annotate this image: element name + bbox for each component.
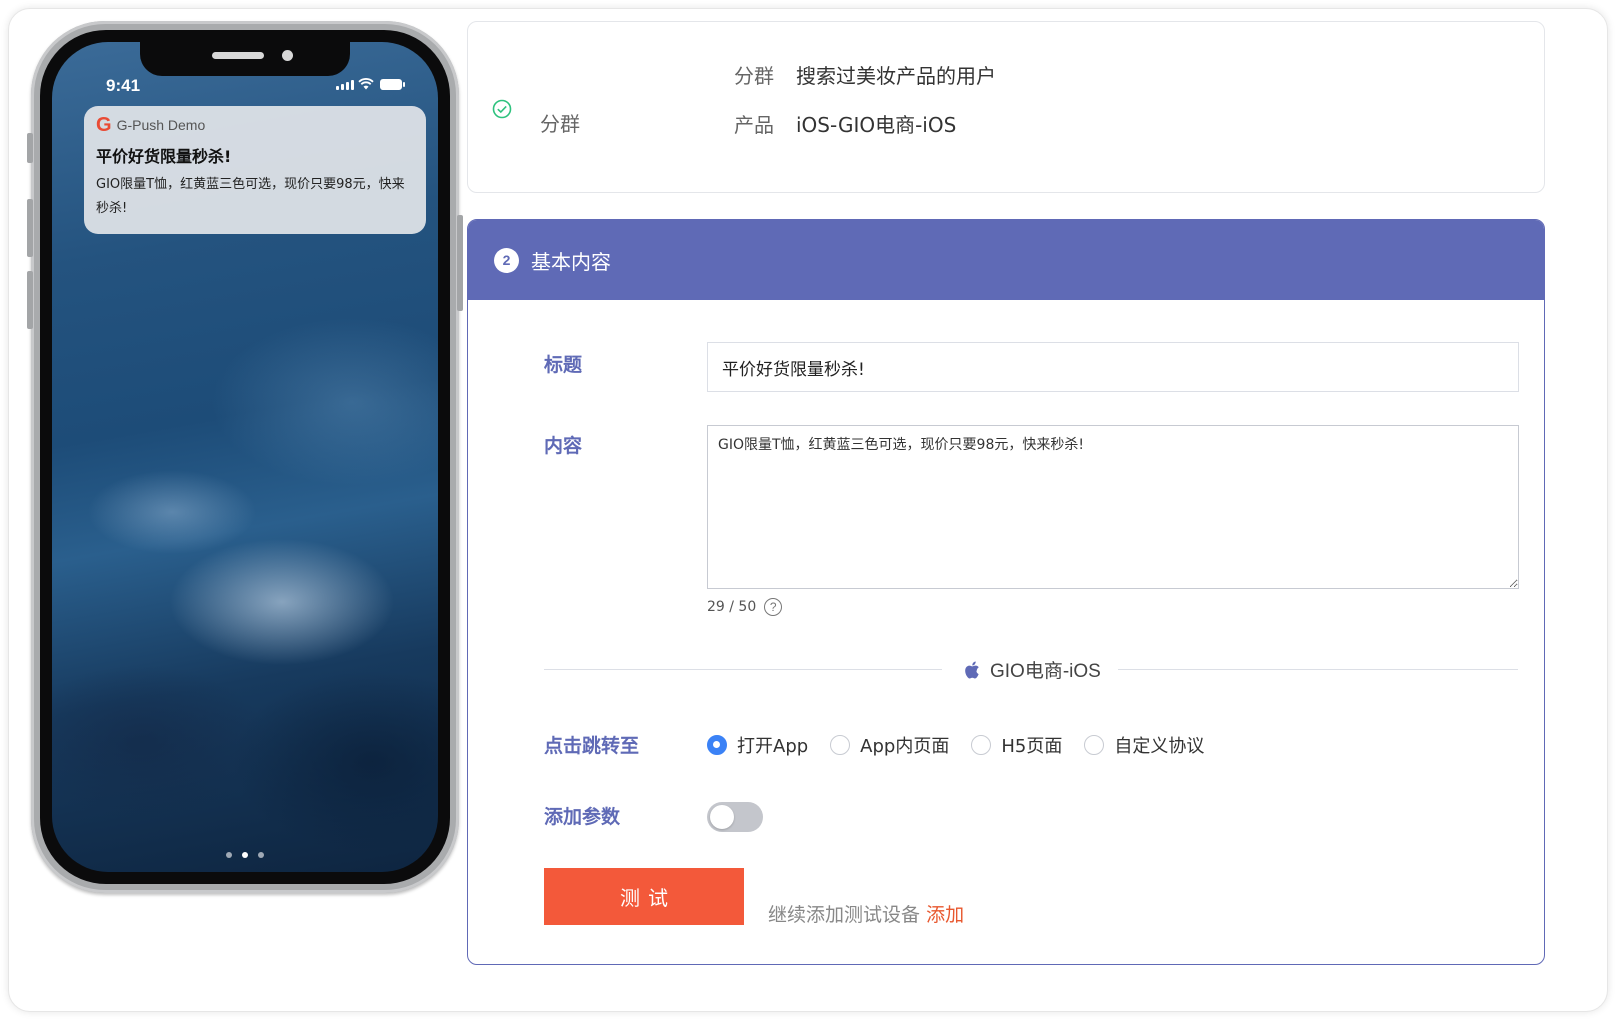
notification-app-name: G-Push Demo xyxy=(116,117,206,133)
radio-label: 打开App xyxy=(737,736,809,757)
toggle-knob xyxy=(710,805,734,829)
summary-key: 分群 xyxy=(734,64,774,88)
params-label: 添加参数 xyxy=(544,806,621,828)
basic-content-card: 2 基本内容 标题 内容 GIO限量T恤，红黄蓝三色可选，现价只要98元，快来秒… xyxy=(467,219,1545,965)
radio-selected-icon[interactable] xyxy=(707,735,727,755)
radio-label: H5页面 xyxy=(1001,736,1063,757)
push-notification[interactable]: G G-Push Demo 平价好货限量秒杀! GIO限量T恤，红黄蓝三色可选，… xyxy=(84,106,426,234)
radio-h5-page[interactable]: H5页面 xyxy=(971,732,1062,758)
speaker-grille xyxy=(212,52,264,59)
radio-unselected-icon[interactable] xyxy=(971,735,992,755)
window-frame: 9:41 G G-Push Demo 平价好货限量秒杀! GIO限量T恤，红黄蓝… xyxy=(8,8,1608,1012)
wifi-icon xyxy=(358,78,374,90)
segment-summary-card: 分群 分群 搜索过美妆产品的用户 产品 iOS-GIO电商-iOS xyxy=(467,21,1545,193)
char-counter: 29 / 50 ? xyxy=(707,598,783,616)
jump-target-radio-group: 打开App App内页面 H5页面 自定义协议 xyxy=(707,732,1226,758)
params-toggle[interactable] xyxy=(707,802,763,832)
radio-unselected-icon[interactable] xyxy=(1084,735,1105,755)
phone-preview: 9:41 G G-Push Demo 平价好货限量秒杀! GIO限量T恤，红黄蓝… xyxy=(27,21,463,893)
phone-mute-switch xyxy=(27,133,33,163)
phone-bezel: 9:41 G G-Push Demo 平价好货限量秒杀! GIO限量T恤，红黄蓝… xyxy=(40,30,450,884)
divider-right xyxy=(1118,669,1518,670)
apple-icon xyxy=(965,661,979,679)
summary-row-product: 产品 iOS-GIO电商-iOS xyxy=(734,109,956,138)
notification-body: GIO限量T恤，红黄蓝三色可选，现价只要98元，快来秒杀! xyxy=(96,177,405,216)
camera-dot-icon xyxy=(258,852,264,858)
add-device-text: 继续添加测试设备 xyxy=(768,904,921,926)
page-dot xyxy=(226,852,232,858)
title-input[interactable] xyxy=(707,342,1519,392)
radio-in-app-page[interactable]: App内页面 xyxy=(830,732,949,758)
notification-app-row: G G-Push Demo xyxy=(96,114,414,136)
g-logo-icon: G xyxy=(96,114,112,136)
summary-key: 产品 xyxy=(734,113,774,137)
divider-left xyxy=(544,669,942,670)
phone-screen: 9:41 G G-Push Demo 平价好货限量秒杀! GIO限量T恤，红黄蓝… xyxy=(52,42,438,872)
battery-icon xyxy=(380,79,405,90)
phone-power-button xyxy=(457,215,463,311)
card-header: 2 基本内容 xyxy=(468,220,1544,300)
phone-volume-up xyxy=(27,199,33,257)
notification-title: 平价好货限量秒杀! xyxy=(96,147,232,166)
add-device-link[interactable]: 添加 xyxy=(926,904,964,926)
status-time: 9:41 xyxy=(106,76,141,95)
radio-unselected-icon[interactable] xyxy=(830,735,851,755)
test-button[interactable]: 测试 xyxy=(544,868,744,925)
card-title: 基本内容 xyxy=(531,249,611,274)
phone-volume-down xyxy=(27,271,33,329)
status-icons xyxy=(336,78,405,90)
check-circle-icon xyxy=(492,99,512,119)
title-label: 标题 xyxy=(544,354,583,376)
radio-label: App内页面 xyxy=(860,736,950,757)
page-dot-active xyxy=(242,852,248,858)
radio-label: 自定义协议 xyxy=(1114,736,1205,757)
phone-notch xyxy=(140,42,350,76)
step-number-badge: 2 xyxy=(494,247,519,273)
summary-value: 搜索过美妆产品的用户 xyxy=(796,64,996,88)
radio-open-app[interactable]: 打开App xyxy=(707,732,808,758)
platform-name: GIO电商-iOS xyxy=(990,661,1101,682)
platform-divider: GIO电商-iOS xyxy=(964,656,1101,683)
signal-icon xyxy=(336,80,354,90)
content-label: 内容 xyxy=(544,435,583,457)
summary-value: iOS-GIO电商-iOS xyxy=(796,113,957,137)
jump-label: 点击跳转至 xyxy=(544,735,640,757)
summary-row-segment: 分群 搜索过美妆产品的用户 xyxy=(734,60,996,89)
content-textarea[interactable]: GIO限量T恤，红黄蓝三色可选，现价只要98元，快来秒杀! xyxy=(707,425,1519,589)
char-counter-text: 29 / 50 xyxy=(707,599,757,615)
page-indicator xyxy=(226,852,264,858)
help-icon[interactable]: ? xyxy=(764,598,783,616)
radio-custom-protocol[interactable]: 自定义协议 xyxy=(1084,732,1204,758)
camera-icon xyxy=(282,50,293,61)
add-device-hint: 继续添加测试设备 添加 xyxy=(768,900,964,927)
step-label-segment: 分群 xyxy=(540,112,580,136)
